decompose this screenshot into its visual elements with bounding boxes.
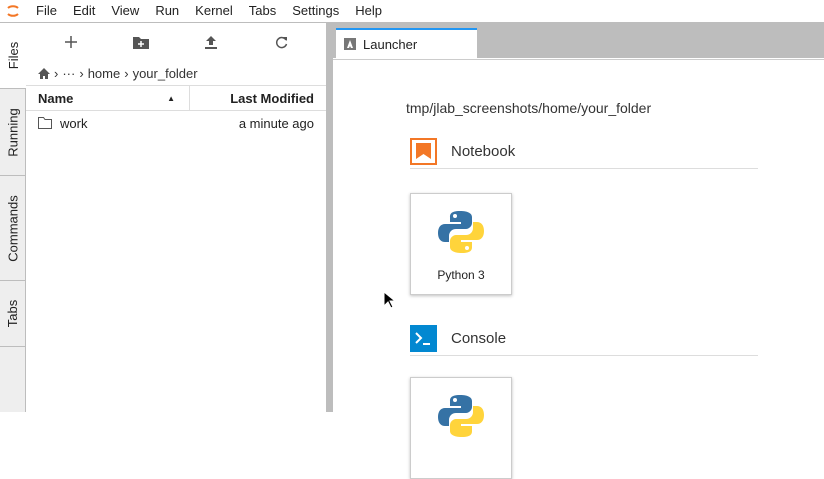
name-column-header[interactable]: Name ▲ (26, 86, 190, 110)
breadcrumb-sep: › (79, 65, 84, 81)
main-tab-bar: Launcher (333, 23, 824, 58)
jupyter-logo-icon (0, 0, 26, 22)
tab-launcher-label: Launcher (363, 36, 418, 52)
tab-commands[interactable]: Commands (0, 176, 26, 281)
name-header-label: Name (38, 90, 74, 106)
menu-kernel[interactable]: Kernel (187, 0, 241, 22)
breadcrumb: › ··· › home › your_folder (26, 61, 326, 85)
folder-icon (38, 117, 52, 129)
sort-ascending-icon: ▲ (167, 93, 175, 103)
left-sidebar-tabs: Files Running Commands Tabs (0, 23, 27, 412)
refresh-icon (275, 36, 287, 48)
menubar: File Edit View Run Kernel Tabs Settings … (0, 0, 824, 23)
panel-splitter[interactable] (326, 23, 333, 412)
plus-icon (65, 36, 77, 48)
modified-header-label: Last Modified (230, 90, 314, 106)
breadcrumb-sep: › (54, 65, 59, 81)
file-list-header: Name ▲ Last Modified (26, 85, 326, 111)
new-folder-icon (133, 36, 149, 49)
python3-console-card[interactable] (410, 377, 512, 479)
console-section-header: Console (410, 322, 758, 356)
file-name: work (60, 115, 88, 131)
launcher: tmp/jlab_screenshots/home/your_folder No… (333, 59, 824, 479)
python3-notebook-card[interactable]: Python 3 (410, 193, 512, 295)
menu-view[interactable]: View (103, 0, 147, 22)
tab-launcher[interactable]: Launcher (336, 28, 477, 58)
notebook-icon (410, 138, 437, 165)
breadcrumb-home[interactable]: home (88, 66, 121, 81)
tab-commands-label: Commands (5, 194, 21, 262)
menu-edit[interactable]: Edit (65, 0, 103, 22)
menu-settings[interactable]: Settings (284, 0, 347, 22)
mouse-cursor-icon (383, 291, 395, 309)
python-logo-icon (438, 395, 484, 437)
python-logo-icon (438, 211, 484, 253)
new-launcher-button[interactable] (56, 30, 86, 54)
console-section-title: Console (451, 330, 507, 347)
upload-icon (205, 35, 217, 49)
file-browser-toolbar (26, 23, 326, 61)
launcher-icon (344, 38, 356, 50)
menu-help[interactable]: Help (347, 0, 390, 22)
breadcrumb-sep: › (124, 65, 129, 81)
file-list-item[interactable]: work a minute ago (26, 111, 326, 135)
launcher-cwd: tmp/jlab_screenshots/home/your_folder (406, 100, 652, 116)
breadcrumb-ellipsis[interactable]: ··· (62, 66, 75, 81)
tab-running-label: Running (5, 107, 21, 157)
file-browser: › ··· › home › your_folder Name ▲ Last Mo… (26, 23, 326, 412)
home-icon[interactable] (38, 67, 50, 79)
modified-column-header[interactable]: Last Modified (190, 86, 326, 110)
card-label: Python 3 (437, 268, 485, 282)
menu-file[interactable]: File (26, 0, 65, 22)
tab-files-label: Files (6, 41, 22, 70)
refresh-button[interactable] (266, 30, 296, 54)
menu-run[interactable]: Run (147, 0, 187, 22)
notebook-section-title: Notebook (451, 143, 516, 160)
main-area: Launcher tmp/jlab_screenshots/home/your_… (333, 23, 824, 479)
tab-tabs[interactable]: Tabs (0, 281, 26, 347)
new-folder-button[interactable] (126, 30, 156, 54)
console-icon (410, 325, 437, 352)
file-modified: a minute ago (238, 115, 314, 131)
tab-tabs-label: Tabs (5, 299, 21, 328)
notebook-section-header: Notebook (410, 135, 758, 169)
menu-tabs[interactable]: Tabs (241, 0, 284, 22)
upload-button[interactable] (196, 30, 226, 54)
tab-running[interactable]: Running (0, 89, 26, 176)
tab-files[interactable]: Files (0, 23, 27, 89)
breadcrumb-your-folder[interactable]: your_folder (133, 66, 198, 81)
